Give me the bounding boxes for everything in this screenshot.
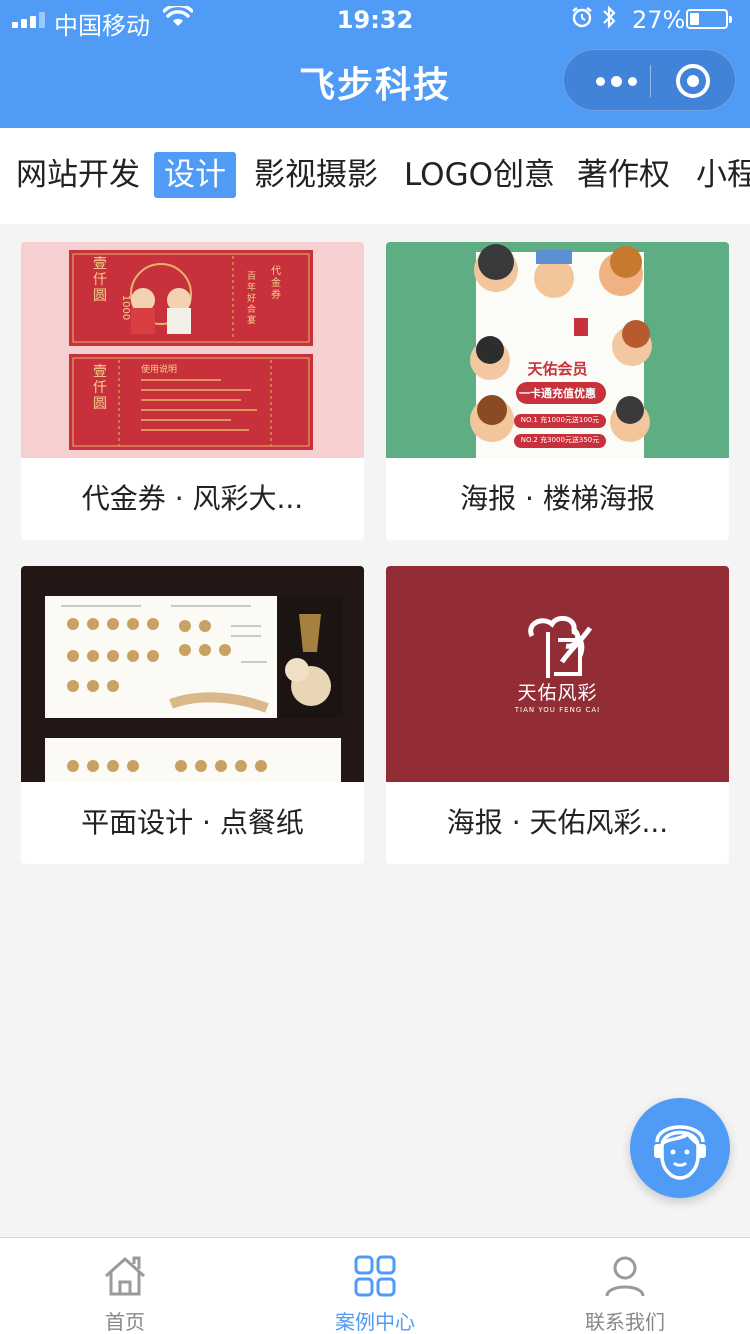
close-target-icon[interactable] <box>676 64 710 98</box>
voucher-number: 1000 <box>120 294 132 321</box>
case-title: 平面设计 · 点餐纸 <box>81 806 304 839</box>
poster-title: 天佑会员 <box>527 360 588 378</box>
poster-subtitle: 一卡通充值优惠 <box>519 387 596 400</box>
voucher-banquet: 百年好合宴 <box>247 272 257 326</box>
tabbar-item-cases[interactable]: 案例中心 <box>250 1238 500 1334</box>
battery-icon <box>686 9 732 29</box>
grid-icon <box>354 1255 396 1297</box>
tabbar-label: 联系我们 <box>585 1310 665 1334</box>
tabbar-label: 案例中心 <box>335 1310 415 1334</box>
status-bar: 中国移动 19:32 27% <box>0 0 750 40</box>
poster-offer-2: NO.2 充3000元送350元 <box>520 436 600 444</box>
customer-service-button[interactable] <box>630 1098 730 1198</box>
capsule-divider <box>650 65 651 97</box>
tabbar-label: 首页 <box>105 1310 145 1334</box>
case-title: 海报 · 楼梯海报 <box>460 482 655 515</box>
brand-pinyin: TIAN YOU FENG CAI <box>514 706 601 714</box>
case-title: 海报 · 天佑风彩... <box>446 806 669 839</box>
bottom-tab-bar: 首页 案例中心 联系我们 <box>0 1237 750 1334</box>
case-title: 代金券 · 风彩大... <box>81 482 304 515</box>
voucher-type: 代金券 <box>271 266 281 301</box>
top-bar: 中国移动 19:32 27% 飞步科技 <box>0 0 750 128</box>
case-thumbnail <box>21 566 364 782</box>
case-card[interactable]: 天佑会员 一卡通充值优惠 NO.1 充1000元送100元 NO.2 充3000… <box>386 242 729 540</box>
tab-copyright[interactable]: 著作权 <box>567 152 680 198</box>
agent-headset-icon <box>654 1125 706 1180</box>
tab-logo[interactable]: LOGO创意 <box>394 152 565 198</box>
tab-mini-program[interactable]: 小程 <box>686 152 750 198</box>
case-thumbnail: 壹仟圆 1000 代金券 百年好合宴 壹仟圆 使用说明 <box>21 242 364 458</box>
home-icon <box>104 1256 146 1296</box>
tab-video[interactable]: 影视摄影 <box>244 152 388 198</box>
alarm-icon <box>572 7 592 28</box>
poster-offer-1: NO.1 充1000元送100元 <box>520 416 600 424</box>
tab-design[interactable]: 设计 <box>154 152 236 198</box>
brand-logo-icon <box>528 615 593 678</box>
tabbar-item-contact[interactable]: 联系我们 <box>500 1238 750 1334</box>
user-icon <box>605 1256 645 1297</box>
voucher-amount: 壹仟圆 <box>93 256 107 304</box>
case-thumbnail: 天佑风彩 TIAN YOU FENG CAI <box>386 566 729 782</box>
voucher-amount-2: 壹仟圆 <box>93 364 107 412</box>
case-card[interactable]: 天佑风彩 TIAN YOU FENG CAI 海报 · 天佑风彩... <box>386 566 729 864</box>
battery-level <box>690 13 699 25</box>
tab-web-dev[interactable]: 网站开发 <box>6 152 150 198</box>
bluetooth-icon <box>603 5 616 29</box>
brand-name: 天佑风彩 <box>517 682 598 704</box>
more-icon[interactable] <box>586 50 646 112</box>
case-card[interactable]: 平面设计 · 点餐纸 <box>21 566 364 864</box>
case-card[interactable]: 壹仟圆 1000 代金券 百年好合宴 壹仟圆 使用说明 代金券 · 风彩大... <box>21 242 364 540</box>
battery-percent: 27% <box>632 6 686 34</box>
case-thumbnail: 天佑会员 一卡通充值优惠 NO.1 充1000元送100元 NO.2 充3000… <box>386 242 729 458</box>
voucher-instructions: 使用说明 <box>141 365 178 375</box>
tabbar-item-home[interactable]: 首页 <box>0 1238 250 1334</box>
category-tabs: 网站开发 设计 影视摄影 LOGO创意 著作权 小程 <box>0 128 750 224</box>
mini-program-capsule <box>563 49 736 111</box>
